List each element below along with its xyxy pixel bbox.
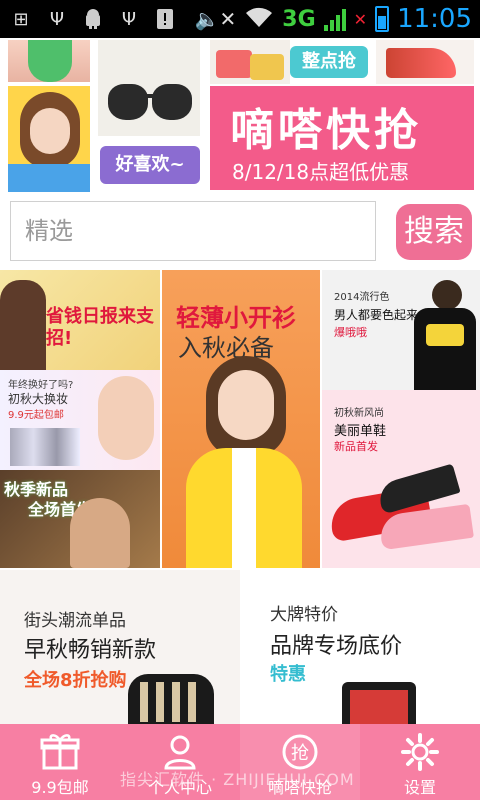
network-type: 3G xyxy=(282,6,316,32)
feature-card-subtitle: 全场8折抢购 xyxy=(24,670,127,691)
feature-card-streetwear[interactable]: 街头潮流单品 早秋畅销新款 全场8折抢购 xyxy=(0,570,240,724)
no-sim-icon: ✕ xyxy=(353,9,368,29)
promo-men-tee-line1: 2014流行色 xyxy=(334,292,390,303)
nav-item-settings[interactable]: 设置 xyxy=(360,724,480,800)
feature-card-kicker: 大牌特价 xyxy=(270,605,338,625)
promo-saving-daily-title: 省钱日报来支招! xyxy=(46,306,154,349)
search-button[interactable]: 搜索 xyxy=(396,204,472,260)
nav-item-free-shipping[interactable]: 9.9包邮 xyxy=(0,724,120,800)
system-icons: 🔈✕ 3G ✕ 11:05 xyxy=(195,4,472,34)
clock: 11:05 xyxy=(397,4,472,34)
gear-icon xyxy=(400,732,440,772)
add-icon: ⊞ xyxy=(13,8,29,30)
feature-card-brand[interactable]: 大牌特价 品牌专场底价 特惠 xyxy=(240,570,480,724)
feature-card-title: 早秋畅销新款 xyxy=(24,638,157,663)
banner-photo-sunglasses[interactable] xyxy=(98,40,200,136)
promo-shoes-line3: 新品首发 xyxy=(334,440,378,453)
banner-photo-bags[interactable] xyxy=(210,40,290,84)
banner-photo-heels[interactable] xyxy=(376,40,474,84)
svg-text:抢: 抢 xyxy=(291,743,309,764)
promo-skincare-line2: 初秋大换妆 xyxy=(8,392,69,406)
promo-shoes-line2: 美丽单鞋 xyxy=(334,424,387,439)
feature-card-kicker: 街头潮流单品 xyxy=(24,611,126,631)
android-icon xyxy=(80,6,106,32)
promo-skincare-line3: 9.9元起包邮 xyxy=(8,410,64,421)
notification-icons: ⊞ Ψ Ψ xyxy=(8,6,178,32)
status-bar: ⊞ Ψ Ψ 🔈✕ 3G ✕ 11:05 xyxy=(0,0,480,38)
search-row: 精选 搜索 xyxy=(0,198,480,268)
nav-item-label: 设置 xyxy=(403,778,436,797)
flash-sale-subtitle: 8/12/18点超低优惠 xyxy=(232,160,410,184)
promo-cardigan[interactable]: 轻薄小开衫 入秋必备 xyxy=(162,270,320,568)
mute-icon: 🔈✕ xyxy=(194,7,237,31)
feature-card-subtitle: 特惠 xyxy=(270,664,306,685)
promo-autumn-new[interactable]: 秋季新品 全场首发 xyxy=(0,470,160,568)
banner-photo-girl[interactable] xyxy=(8,86,90,192)
like-badge[interactable]: 好喜欢~ xyxy=(100,146,200,184)
search-input[interactable]: 精选 xyxy=(10,201,376,261)
nav-item-label: 9.9包邮 xyxy=(31,778,89,797)
signal-icon xyxy=(323,7,346,31)
feature-card-title: 品牌专场底价 xyxy=(270,634,403,659)
hour-rush-badge[interactable]: 整点抢 xyxy=(290,46,368,78)
banner-photo-green-top[interactable] xyxy=(8,40,90,82)
promo-men-tee-line3: 爆哦哦 xyxy=(334,326,367,339)
flash-sale-title: 嘀嗒快抢 xyxy=(230,105,422,156)
battery-icon xyxy=(375,6,390,32)
promo-skincare[interactable]: 年终换好了吗? 初秋大换妆 9.9元起包邮 xyxy=(0,370,160,470)
promo-shoes[interactable]: 初秋新风尚 美丽单鞋 新品首发 xyxy=(322,390,480,568)
promo-men-tee-line2: 男人都要色起来 xyxy=(334,308,419,322)
promo-men-tee[interactable]: 2014流行色 男人都要色起来 爆哦哦 xyxy=(322,270,480,390)
watermark: 指尖汇软件 · ZHIJIEHUI.COM xyxy=(120,770,355,789)
promo-shoes-line1: 初秋新风尚 xyxy=(334,408,384,419)
wifi-icon xyxy=(244,5,274,33)
usb-icon: Ψ xyxy=(49,8,65,30)
usb-icon: Ψ xyxy=(121,8,137,30)
promo-skincare-line1: 年终换好了吗? xyxy=(8,380,74,391)
warning-icon xyxy=(152,6,178,32)
gift-box-icon xyxy=(40,732,80,772)
promo-saving-daily[interactable]: 省钱日报来支招! xyxy=(0,270,160,370)
flash-sale-banner[interactable]: 嘀嗒快抢 8/12/18点超低优惠 xyxy=(210,86,474,190)
